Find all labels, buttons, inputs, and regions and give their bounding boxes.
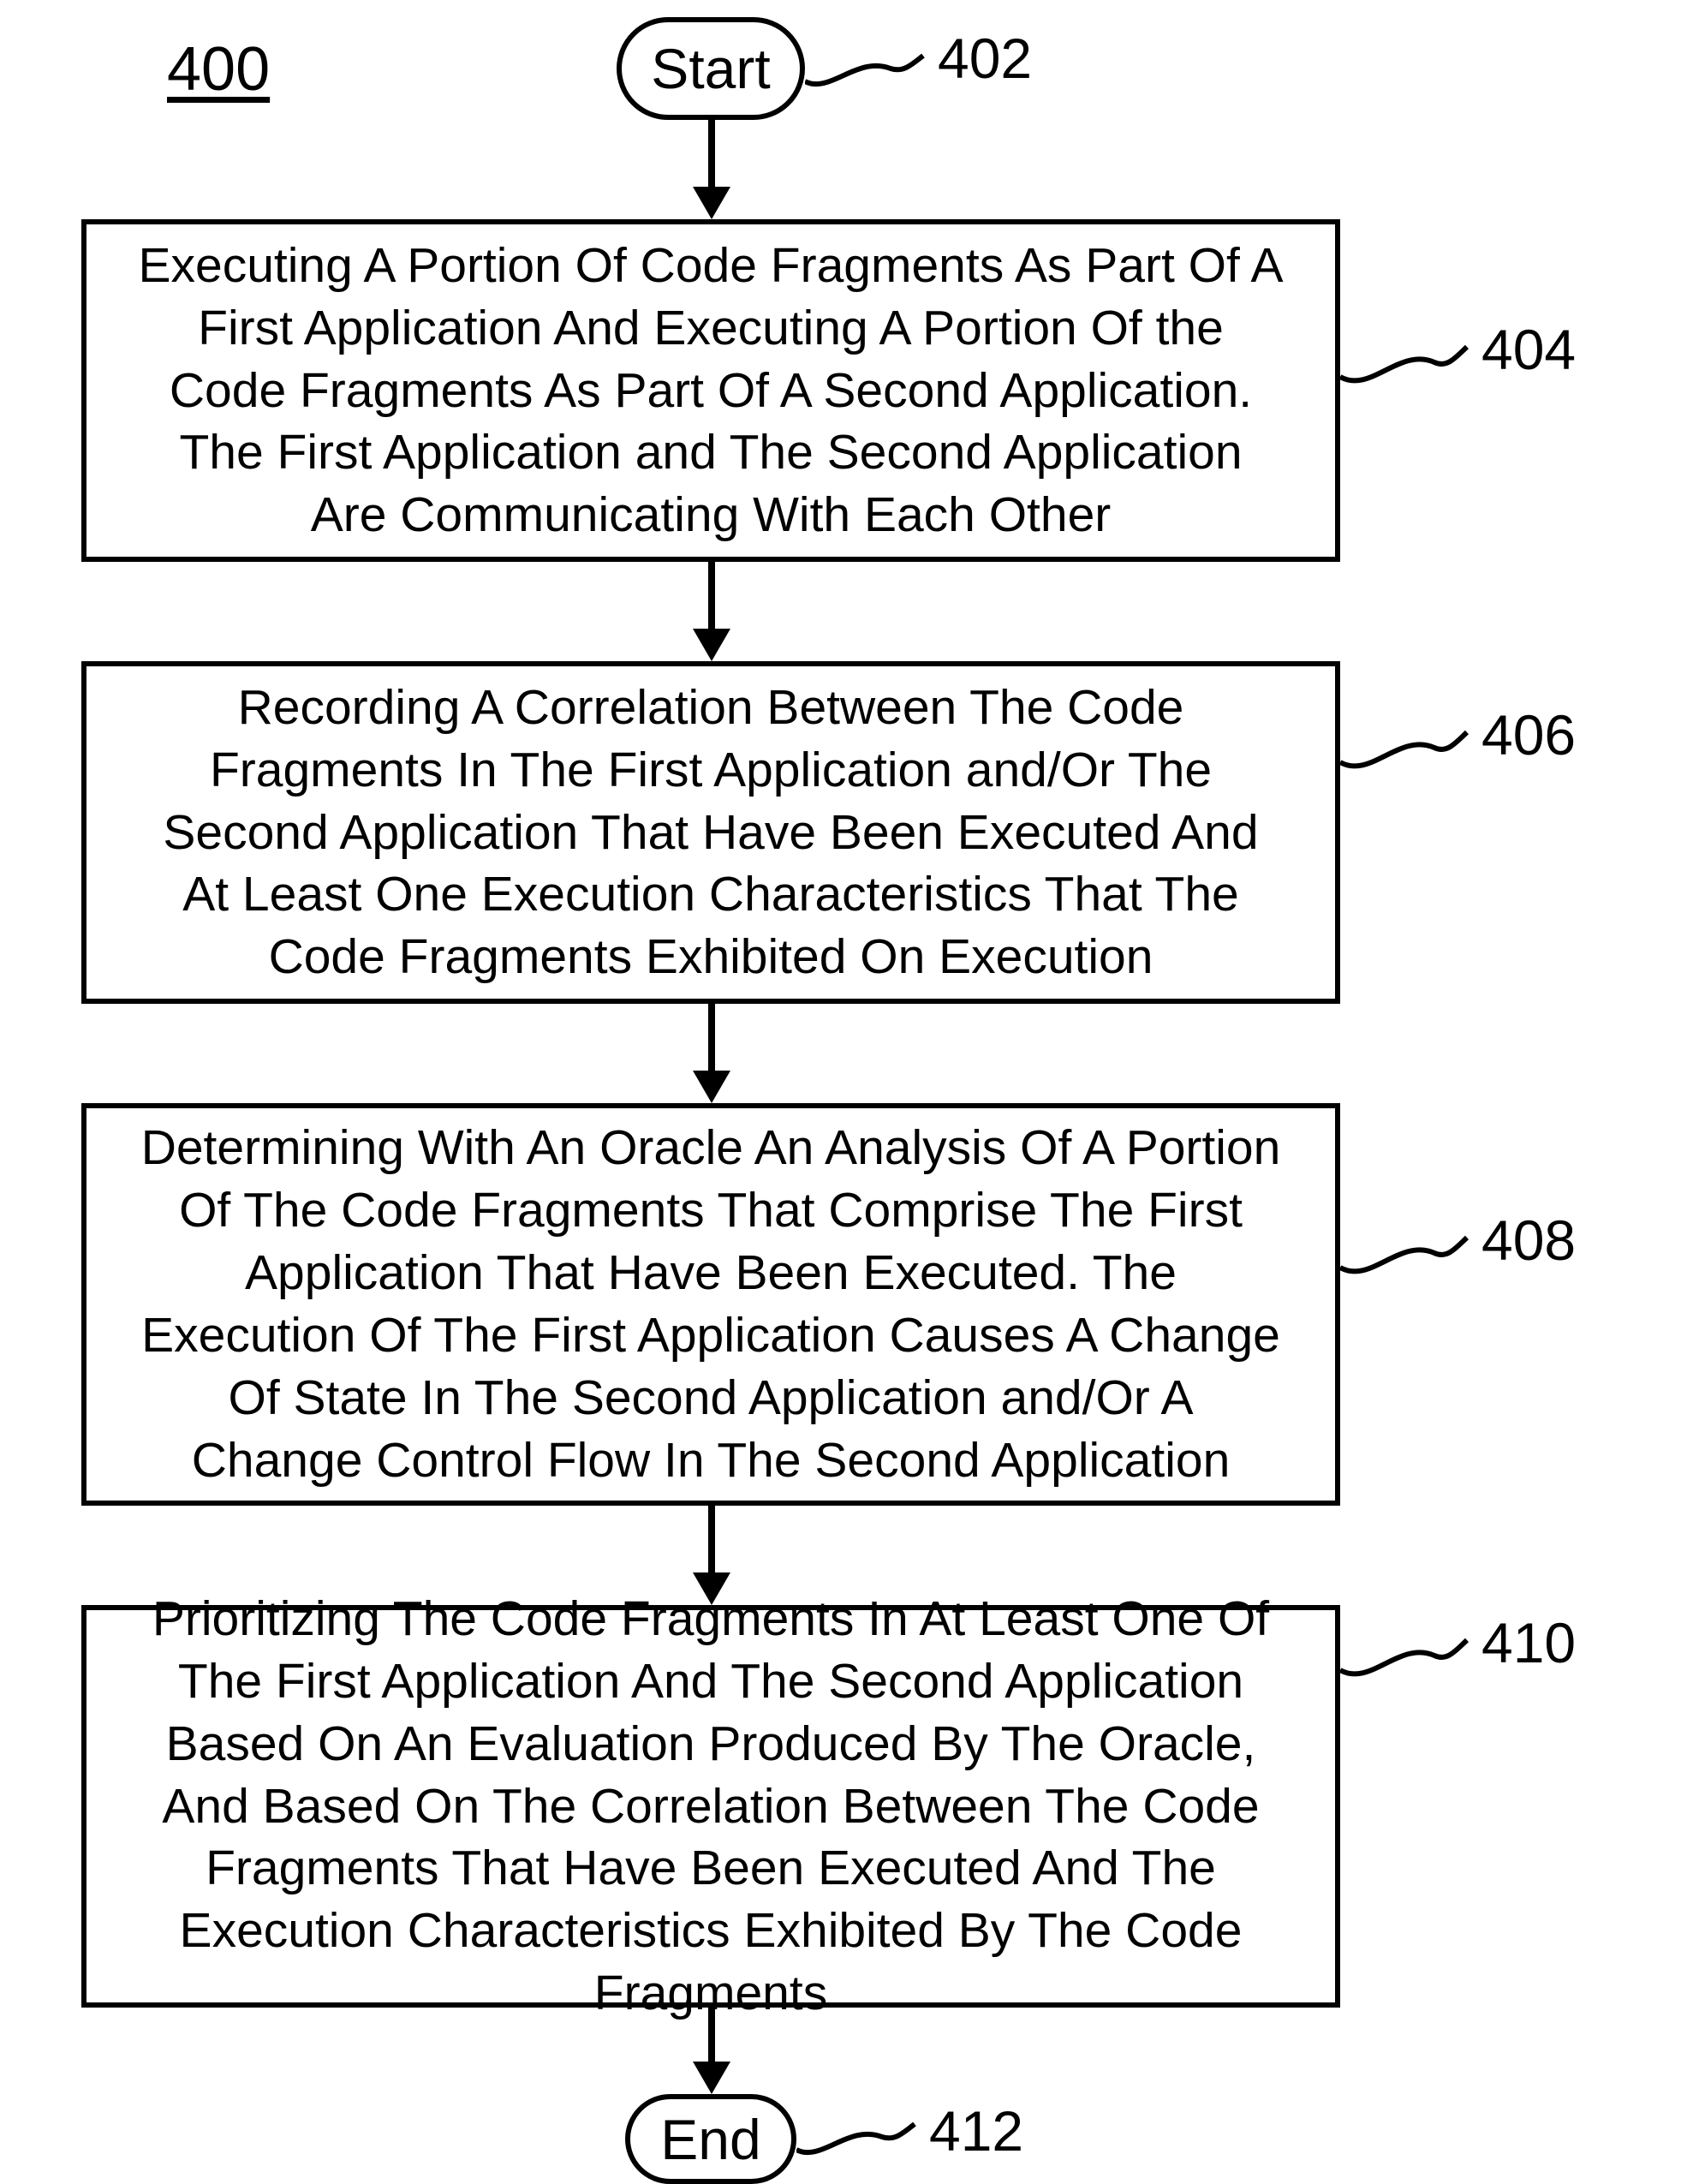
- start-label: Start: [651, 36, 770, 101]
- process-step-410: Prioritizing The Code Fragments In At Le…: [81, 1605, 1340, 2008]
- process-step-406: Recording A Correlation Between The Code…: [81, 661, 1340, 1004]
- end-terminator: End: [625, 2094, 796, 2184]
- arrow: [708, 120, 715, 188]
- process-step-408: Determining With An Oracle An Analysis O…: [81, 1103, 1340, 1506]
- arrow-head-icon: [693, 1071, 730, 1103]
- callout-squiggle: [1340, 724, 1469, 784]
- process-text: Prioritizing The Code Fragments In At Le…: [138, 1588, 1284, 2026]
- process-text: Determining With An Oracle An Analysis O…: [138, 1117, 1284, 1492]
- step-ref-408: 408: [1481, 1208, 1576, 1273]
- start-terminator: Start: [617, 17, 805, 120]
- callout-squiggle: [1340, 338, 1469, 398]
- process-step-404: Executing A Portion Of Code Fragments As…: [81, 219, 1340, 562]
- arrow-head-icon: [693, 187, 730, 219]
- process-text: Recording A Correlation Between The Code…: [138, 677, 1284, 989]
- arrow: [708, 562, 715, 630]
- end-ref: 412: [929, 2098, 1023, 2163]
- figure-number: 400: [167, 34, 270, 104]
- arrow: [708, 2008, 715, 2063]
- step-ref-410: 410: [1481, 1610, 1576, 1675]
- start-ref: 402: [938, 26, 1032, 91]
- arrow-head-icon: [693, 2062, 730, 2094]
- callout-squiggle: [1340, 1632, 1469, 1692]
- arrow-head-icon: [693, 629, 730, 661]
- arrow: [708, 1004, 715, 1072]
- callout-squiggle: [1340, 1229, 1469, 1289]
- callout-squiggle: [796, 2115, 916, 2167]
- step-ref-404: 404: [1481, 317, 1576, 382]
- arrow: [708, 1506, 715, 1574]
- process-text: Executing A Portion Of Code Fragments As…: [138, 235, 1284, 547]
- callout-squiggle: [805, 47, 925, 98]
- step-ref-406: 406: [1481, 702, 1576, 767]
- end-label: End: [660, 2107, 760, 2172]
